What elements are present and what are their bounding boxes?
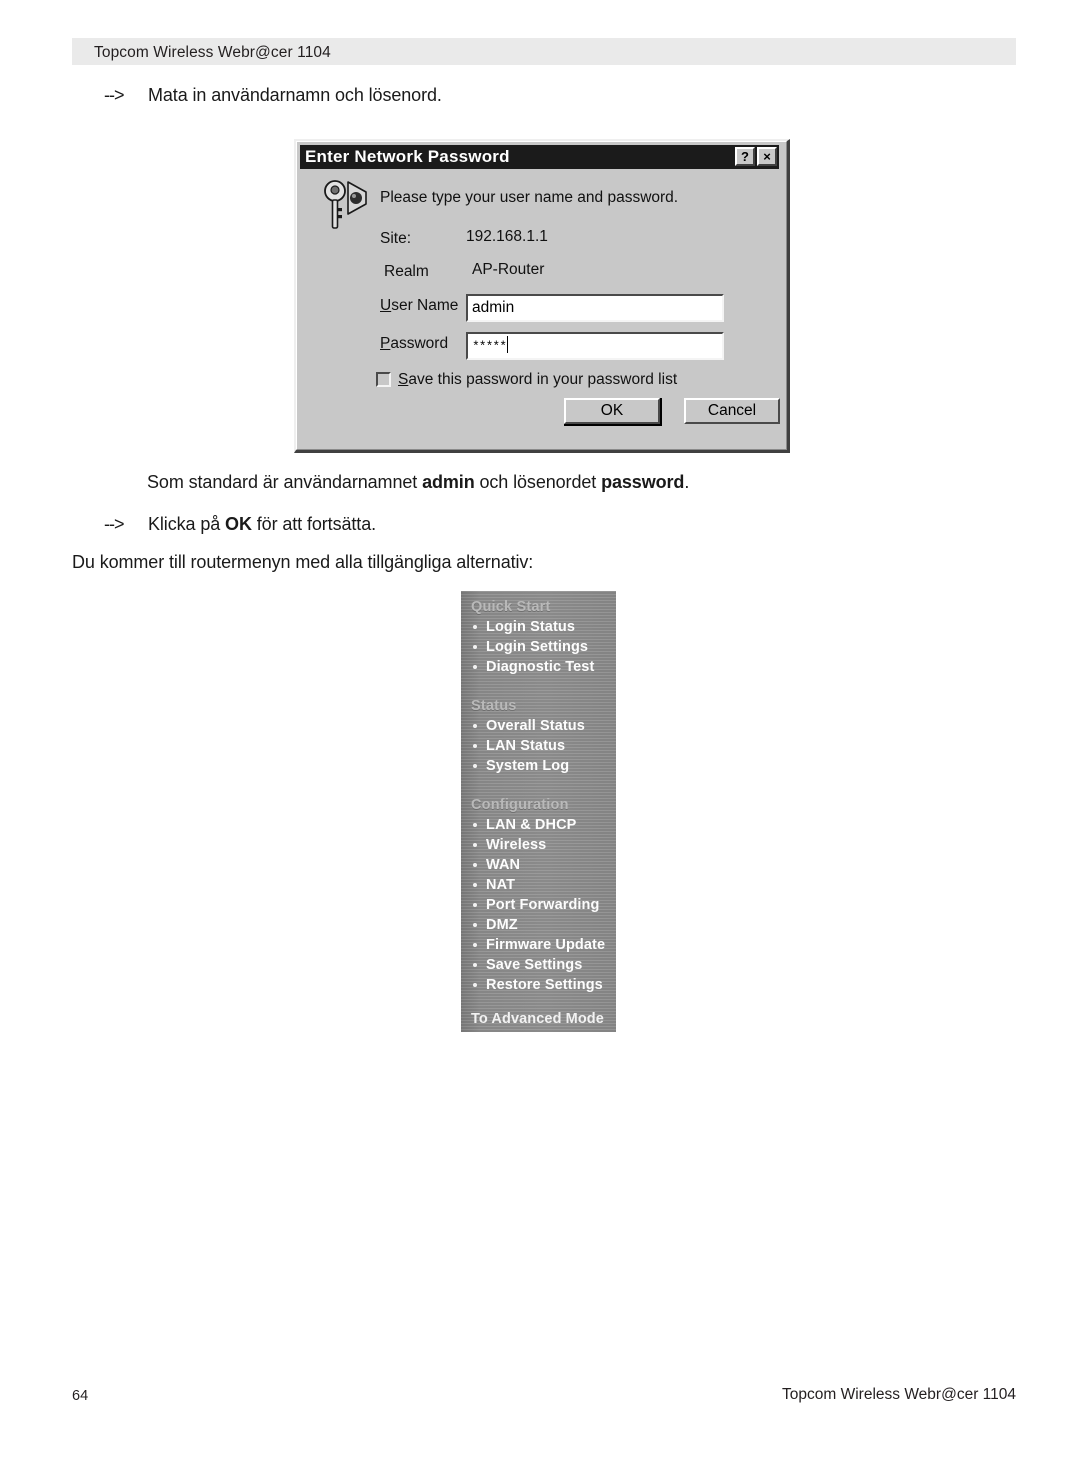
menu-item-label: Wireless	[486, 837, 547, 853]
default-credentials-prefix: Som standard är användarnamnet	[147, 472, 423, 492]
menu-item-label: Overall Status	[486, 718, 585, 734]
password-label-rest: assword	[390, 335, 449, 352]
password-input[interactable]: *****	[466, 332, 724, 360]
menu-item-login-status[interactable]: Login Status	[473, 619, 575, 635]
menu-item-system-log[interactable]: System Log	[473, 758, 569, 774]
bullet-icon	[473, 724, 477, 728]
menu-item-label: Port Forwarding	[486, 897, 600, 913]
close-icon[interactable]: ×	[757, 147, 777, 166]
bullet-icon	[473, 983, 477, 987]
bullet-icon	[473, 823, 477, 827]
menu-item-label: NAT	[486, 877, 516, 893]
save-password-checkbox[interactable]	[376, 372, 391, 387]
bullet-icon	[473, 665, 477, 669]
menu-item-label: Firmware Update	[486, 937, 606, 953]
menu-item-wireless[interactable]: Wireless	[473, 837, 546, 853]
menu-item-lan-and-dhcp[interactable]: LAN & DHCP	[473, 817, 576, 833]
menu-item-label: Save Settings	[486, 957, 583, 973]
menu-item-label: Restore Settings	[486, 977, 603, 993]
menu-item-save-settings[interactable]: Save Settings	[473, 957, 582, 973]
site-value: 192.168.1.1	[466, 228, 548, 245]
footer-title: Topcom Wireless Webr@cer 1104	[782, 1386, 1016, 1403]
menu-group-configuration-title: Configuration	[471, 797, 569, 813]
menu-item-restore-settings[interactable]: Restore Settings	[473, 977, 603, 993]
menu-item-label: WAN	[486, 857, 521, 873]
site-label: Site:	[380, 230, 412, 247]
default-credentials-suffix: .	[684, 472, 690, 492]
bullet-icon	[473, 943, 477, 947]
username-label-rest: ser Name	[391, 297, 459, 314]
password-label: Password	[380, 335, 448, 353]
text-caret	[507, 336, 509, 353]
bullet-icon	[473, 764, 477, 768]
menu-group-quick-start-title: Quick Start	[471, 599, 551, 615]
menu-item-label: Login Status	[486, 619, 575, 635]
save-password-label[interactable]: Save this password in your password list	[398, 371, 677, 389]
bullet-icon	[473, 883, 477, 887]
instruction-default-credentials: Som standard är användarnamnet admin och…	[147, 472, 689, 493]
username-input[interactable]: admin	[466, 294, 724, 322]
menu-group-status-title: Status	[471, 698, 517, 714]
bullet-icon	[473, 923, 477, 927]
ok-button[interactable]: OK	[564, 398, 660, 424]
menu-item-label: DMZ	[486, 917, 518, 933]
dialog-titlebar: Enter Network Password ? ×	[300, 145, 779, 169]
router-menu-panel: Quick Start Login Status Login Settings …	[461, 591, 616, 1032]
menu-item-label: Diagnostic Test	[486, 659, 595, 675]
menu-item-label: System Log	[486, 758, 570, 774]
click-ok-bold: OK	[225, 514, 252, 534]
username-label-accel: U	[380, 297, 392, 314]
click-ok-suffix: för att fortsätta.	[251, 514, 377, 534]
instruction-router-menu-intro: Du kommer till routermenyn med alla till…	[72, 552, 534, 572]
dialog-title: Enter Network Password	[305, 147, 510, 166]
password-label-accel: P	[380, 335, 391, 352]
save-password-label-rest: ave this password in your password list	[408, 371, 678, 388]
menu-item-dmz[interactable]: DMZ	[473, 917, 518, 933]
dialog-prompt-text: Please type your user name and password.	[380, 189, 679, 206]
instruction-click-ok: Klicka på OK för att fortsätta.	[148, 514, 376, 535]
help-icon[interactable]: ?	[735, 147, 755, 166]
default-username-bold: admin	[422, 472, 475, 492]
menu-item-login-settings[interactable]: Login Settings	[473, 639, 588, 655]
menu-item-label: LAN & DHCP	[486, 817, 577, 833]
default-password-bold: password	[601, 472, 685, 492]
bullet-icon	[473, 863, 477, 867]
bullet-icon	[473, 903, 477, 907]
bullet-icon	[473, 625, 477, 629]
bullet-arrow-marker: -->	[104, 85, 124, 105]
menu-item-nat[interactable]: NAT	[473, 877, 515, 893]
enter-network-password-dialog: Enter Network Password ? × Please type y…	[294, 139, 790, 453]
menu-item-firmware-update[interactable]: Firmware Update	[473, 937, 605, 953]
footer-page-number: 64	[72, 1388, 89, 1404]
menu-item-to-advanced-mode[interactable]: To Advanced Mode	[471, 1011, 604, 1027]
default-credentials-mid: och lösenordet	[474, 472, 602, 492]
menu-item-wan[interactable]: WAN	[473, 857, 520, 873]
password-masked-value: *****	[472, 339, 507, 354]
realm-value: AP-Router	[472, 261, 545, 278]
click-ok-prefix: Klicka på	[148, 514, 226, 534]
bullet-icon	[473, 645, 477, 649]
bullet-arrow-marker: -->	[104, 514, 124, 534]
menu-item-lan-status[interactable]: LAN Status	[473, 738, 565, 754]
bullet-icon	[473, 843, 477, 847]
menu-item-diagnostic-test[interactable]: Diagnostic Test	[473, 659, 594, 675]
save-password-label-accel: S	[398, 371, 409, 388]
realm-label: Realm	[384, 263, 429, 280]
key-icon	[324, 180, 367, 229]
titlebar-button-group: ? ×	[735, 147, 777, 166]
bullet-icon	[473, 744, 477, 748]
username-label: User Name	[380, 297, 458, 315]
menu-item-label: Login Settings	[486, 639, 589, 655]
menu-item-overall-status[interactable]: Overall Status	[473, 718, 585, 734]
cancel-button[interactable]: Cancel	[684, 398, 780, 424]
menu-item-label: LAN Status	[486, 738, 566, 754]
bullet-icon	[473, 963, 477, 967]
instruction-enter-credentials: Mata in användarnamn och lösenord.	[148, 85, 442, 105]
page-header-title: Topcom Wireless Webr@cer 1104	[94, 44, 331, 61]
menu-item-port-forwarding[interactable]: Port Forwarding	[473, 897, 599, 913]
